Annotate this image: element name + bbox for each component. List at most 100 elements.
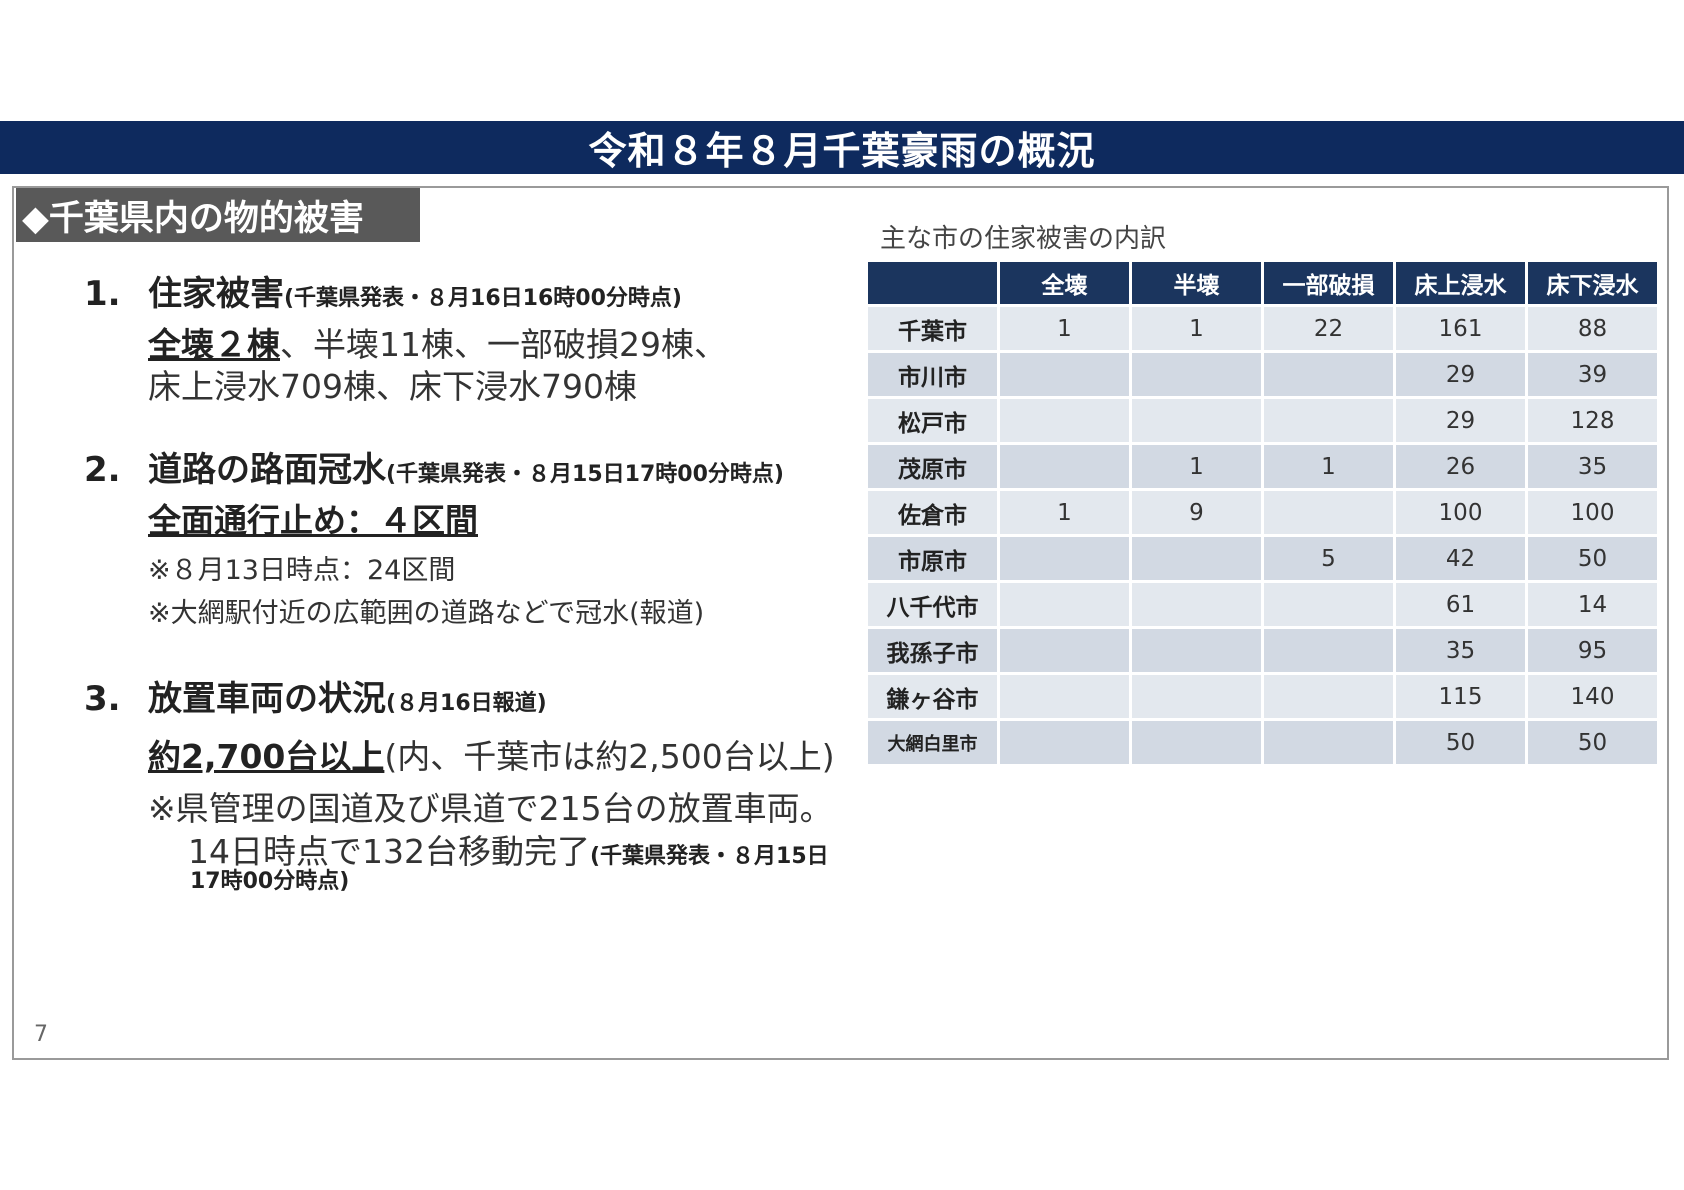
table-cell [1000,629,1129,672]
table-cell: 9 [1132,491,1261,534]
item-heading: 放置車両の状況 [148,679,386,719]
table-cell: 5 [1264,537,1393,580]
table-cell-city: 佐倉市 [868,491,997,534]
item-number: 1. [84,274,121,314]
housing-damage-total-destroyed: 全壊２棟 [148,325,280,364]
table-row: 市原市 5 42 50 [868,537,1657,580]
table-cell: 1 [1000,491,1129,534]
table-cell [1132,537,1261,580]
table-cell: 50 [1528,721,1657,764]
table-cell: 29 [1396,353,1525,396]
table-cell-city: 大網白里市 [868,721,997,764]
table-cell [1000,353,1129,396]
page-title: 令和８年８月千葉豪雨の概況 [0,121,1684,174]
table-cell [1132,675,1261,718]
table-cell: 88 [1528,307,1657,350]
table-cell-city: 我孫子市 [868,629,997,672]
item-source: (千葉県発表・８月16日16時00分時点) [284,286,682,311]
table-cell: 115 [1396,675,1525,718]
item-heading: 住家被害 [148,274,284,314]
table-cell: 35 [1528,445,1657,488]
table-cell: 1 [1132,445,1261,488]
table-row: 八千代市 61 14 [868,583,1657,626]
table-cell-city: 鎌ヶ谷市 [868,675,997,718]
table-cell: 14 [1528,583,1657,626]
table-cell [1264,629,1393,672]
table-cell: 35 [1396,629,1525,672]
item-number: 2. [84,450,121,490]
table-cell: 22 [1264,307,1393,350]
table-header-below-floor-flooding: 床下浸水 [1528,262,1657,304]
table-cell: 29 [1396,399,1525,442]
table-row: 大網白里市 50 50 [868,721,1657,764]
housing-damage-line-1: 全壊２棟、半壊11棟、一部破損29棟、 [148,318,727,366]
table-cell: 140 [1528,675,1657,718]
item-road-flooding: 2. 道路の路面冠水(千葉県発表・８月15日17時00分時点) [84,442,784,491]
table-header-half-destroyed: 半壊 [1132,262,1261,304]
table-header-above-floor-flooding: 床上浸水 [1396,262,1525,304]
item-source: (千葉県発表・８月15日17時00分時点) [386,462,784,487]
item-number: 3. [84,679,121,719]
table-cell [1132,399,1261,442]
vehicles-line-1: 約2,700台以上(内、千葉市は約2,500台以上) [148,730,835,778]
table-cell-city: 茂原市 [868,445,997,488]
table-cell [1000,721,1129,764]
table-cell: 50 [1528,537,1657,580]
table-cell: 42 [1396,537,1525,580]
table-cell-city: 千葉市 [868,307,997,350]
table-cell [1264,399,1393,442]
table-cell: 26 [1396,445,1525,488]
table-row: 我孫子市 35 95 [868,629,1657,672]
table-cell [1264,675,1393,718]
table-cell [1000,537,1129,580]
table-header-total-destroyed: 全壊 [1000,262,1129,304]
road-note-1: ※８月13日時点：24区間 [148,555,456,586]
table-row: 鎌ヶ谷市 115 140 [868,675,1657,718]
table-cell-city: 松戸市 [868,399,997,442]
housing-damage-line-1-rest: 、半壊11棟、一部破損29棟、 [280,325,727,364]
vehicles-line-2: ※県管理の国道及び県道で215台の放置車両。 [148,789,833,828]
table-cell: 128 [1528,399,1657,442]
table-cell: 61 [1396,583,1525,626]
table-cell [1000,445,1129,488]
table-cell-city: 八千代市 [868,583,997,626]
housing-damage-table: 全壊 半壊 一部破損 床上浸水 床下浸水 千葉市 1 1 22 161 88 市… [865,259,1660,767]
vehicles-line-1-rest: (内、千葉市は約2,500台以上) [384,737,835,776]
table-cell-city: 市川市 [868,353,997,396]
table-cell [1264,721,1393,764]
table-cell [1000,583,1129,626]
table-cell: 1 [1132,307,1261,350]
table-cell [1264,353,1393,396]
table-cell: 1 [1000,307,1129,350]
table-cell [1132,353,1261,396]
table-cell: 161 [1396,307,1525,350]
table-cell [1000,675,1129,718]
table-cell [1132,583,1261,626]
table-cell-city: 市原市 [868,537,997,580]
item-heading: 道路の路面冠水 [148,450,386,490]
table-row: 市川市 29 39 [868,353,1657,396]
road-note-2: ※大網駅付近の広範囲の道路などで冠水(報道) [148,598,705,629]
table-cell: 95 [1528,629,1657,672]
table-cell [1264,583,1393,626]
item-housing-damage: 1. 住家被害(千葉県発表・８月16日16時00分時点) [84,266,682,315]
table-header-partial-damage: 一部破損 [1264,262,1393,304]
table-cell: 50 [1396,721,1525,764]
table-row: 佐倉市 1 9 100 100 [868,491,1657,534]
table-row: 茂原市 1 1 26 35 [868,445,1657,488]
section-heading: ◆千葉県内の物的被害 [16,188,420,242]
road-closure-count: 全面通行止め：４区間 [148,501,478,540]
table-cell: 1 [1264,445,1393,488]
vehicles-total: 約2,700台以上 [148,737,385,776]
housing-damage-line-2: 床上浸水709棟、床下浸水790棟 [148,367,637,406]
table-cell: 100 [1396,491,1525,534]
table-cell [1264,491,1393,534]
vehicles-line-3-source: (千葉県発表・８月15日 [589,844,829,869]
table-cell [1000,399,1129,442]
page-number: 7 [34,1022,48,1047]
table-header-blank [868,262,997,304]
table-cell: 39 [1528,353,1657,396]
item-source: (８月16日報道) [386,691,547,716]
vehicles-line-4-source: 17時00分時点) [190,869,350,894]
table-cell: 100 [1528,491,1657,534]
